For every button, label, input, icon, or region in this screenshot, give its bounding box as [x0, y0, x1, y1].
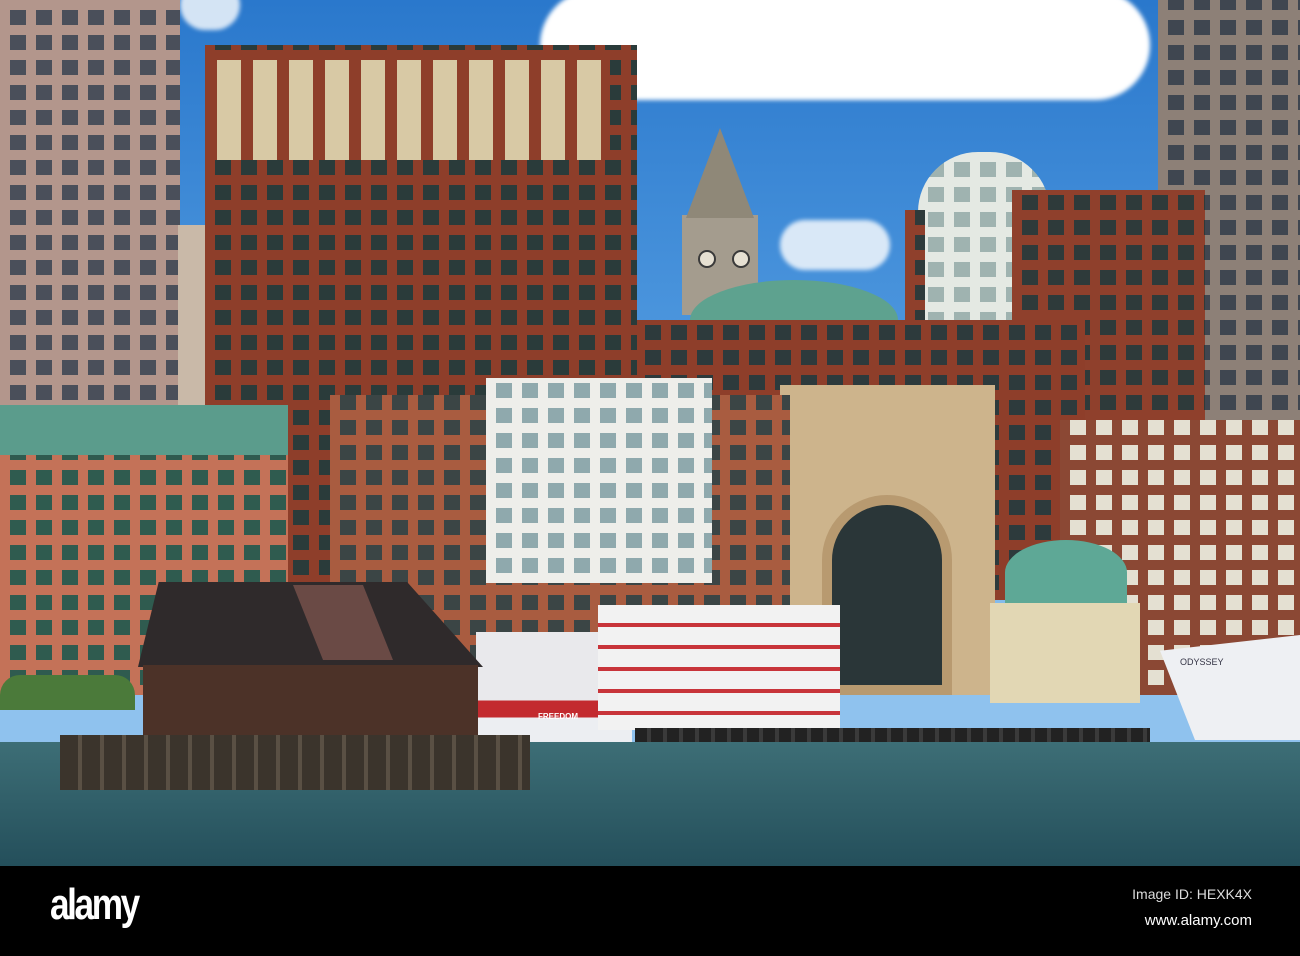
pier [60, 738, 530, 790]
left-tower [0, 0, 180, 410]
alamy-url: www.alamy.com [1144, 912, 1252, 929]
left-green-roof [0, 405, 288, 455]
image-id: Image ID: HEXK4X [1132, 886, 1252, 902]
clock-face [698, 250, 716, 268]
boathouse [143, 665, 478, 743]
cloud [180, 0, 240, 30]
rowes-wharf-arch [822, 495, 952, 695]
cloud [780, 220, 890, 270]
distant-building [178, 225, 208, 410]
riverboat [598, 605, 840, 730]
boat-label-freedom: FREEDOM [538, 712, 578, 721]
harbor-photo: FREEDOM ODYSSEY [0, 0, 1300, 866]
tree-line [0, 675, 135, 710]
alamy-logo: alamy [50, 880, 140, 929]
pavilion-dome [1005, 540, 1127, 605]
clock-tower-spire [686, 128, 754, 218]
clock-face [732, 250, 750, 268]
main-tower-cornice [205, 60, 610, 160]
boat-label-odyssey: ODYSSEY [1180, 657, 1224, 667]
pavilion [990, 603, 1140, 703]
white-glass-building [486, 378, 712, 583]
boat-odyssey: ODYSSEY [1160, 635, 1300, 740]
watermark-bar: alamy Image ID: HEXK4X www.alamy.com [0, 866, 1300, 956]
